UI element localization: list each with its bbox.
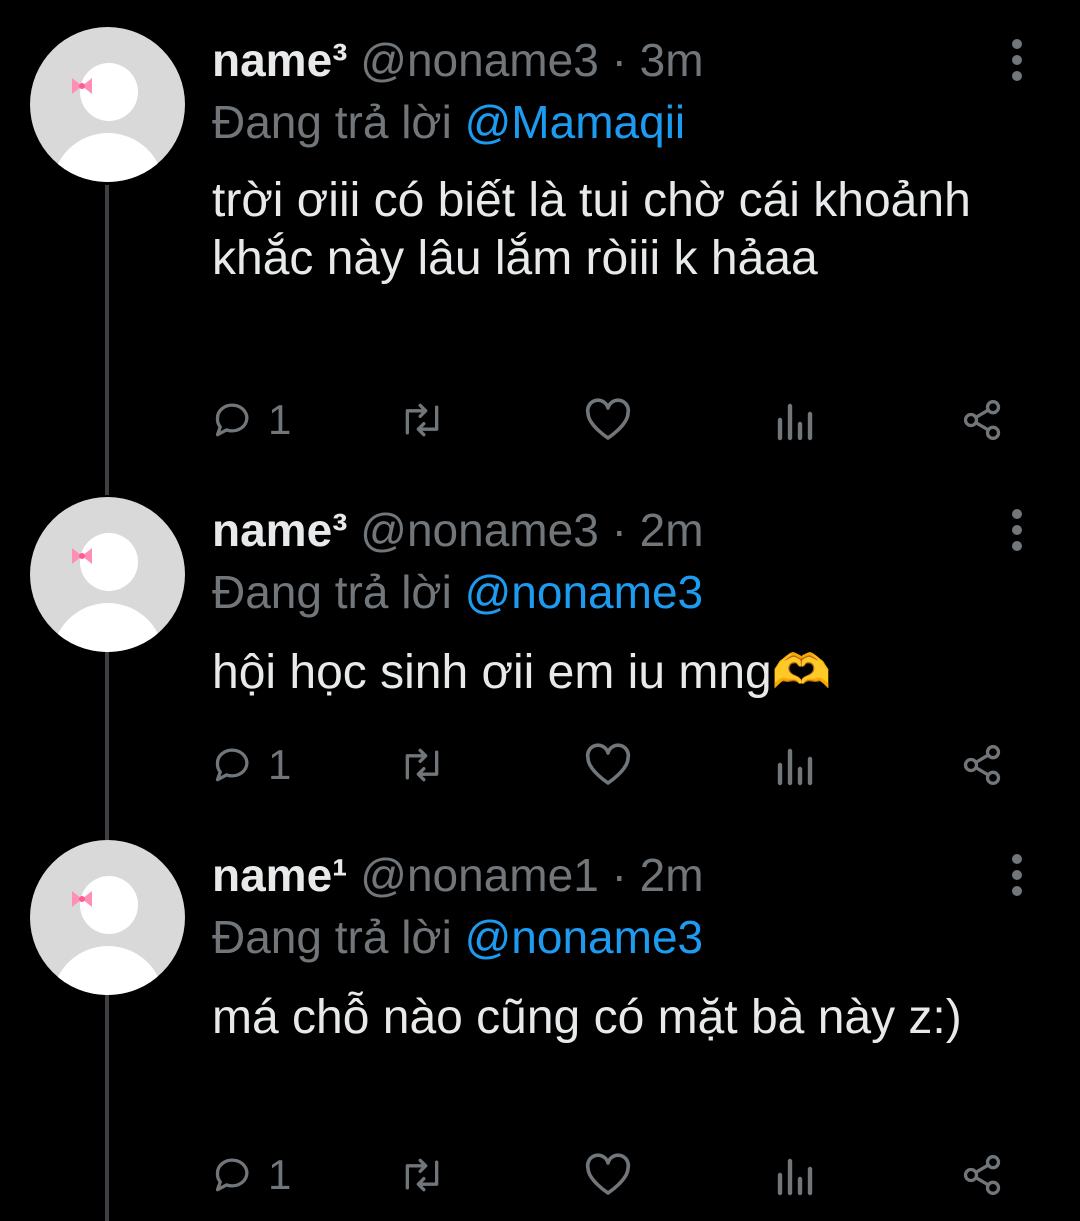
display-name[interactable]: name¹ (212, 849, 347, 901)
heart-icon (585, 743, 631, 785)
reply-button[interactable]: 1 (212, 740, 291, 790)
reply-button[interactable]: 1 (212, 1150, 291, 1200)
retweet-icon (405, 1158, 439, 1192)
reply-count: 1 (268, 1151, 292, 1198)
avatar-body-shape (52, 946, 164, 995)
reply-icon (215, 748, 249, 782)
timestamp[interactable]: 2m (640, 849, 704, 901)
views-button[interactable] (774, 1150, 814, 1200)
replying-to: Đang trả lời @Mamaqii (212, 94, 685, 150)
tweet-text: trời ơiii có biết là tui chờ cái khoảnh … (212, 174, 971, 285)
replying-to-label: Đang trả lời (212, 566, 465, 618)
separator-dot: · (611, 34, 627, 86)
tweet-text: má chỗ nào cũng có mặt bà này z:) (212, 991, 962, 1044)
like-button[interactable] (584, 740, 632, 790)
mention-link[interactable]: @noname3 (465, 566, 704, 618)
tweet-header: name¹ @noname1 · 2m (212, 847, 704, 903)
more-icon[interactable] (1003, 508, 1031, 552)
avatar-body-shape (52, 603, 164, 652)
tweet-header: name³ @noname3 · 3m (212, 32, 704, 88)
like-button[interactable] (584, 1150, 632, 1200)
timestamp[interactable]: 2m (640, 504, 704, 556)
tweet[interactable]: name¹ @noname1 · 2m Đang trả lời @noname… (0, 825, 1080, 1221)
mention-link[interactable]: @noname3 (465, 911, 704, 963)
tweet-actions: 1 (212, 395, 1012, 445)
user-handle[interactable]: @noname1 (360, 849, 599, 901)
default-avatar[interactable] (30, 840, 185, 995)
mention-link[interactable]: @Mamaqii (465, 96, 686, 148)
avatar-body-shape (52, 133, 164, 182)
views-icon (777, 748, 813, 786)
bow-icon (72, 891, 92, 907)
retweet-button[interactable] (397, 1150, 447, 1200)
display-name[interactable]: name³ (212, 34, 347, 86)
views-icon (777, 1158, 813, 1196)
tweet-header: name³ @noname3 · 2m (212, 502, 704, 558)
share-button[interactable] (960, 740, 1004, 790)
tweet[interactable]: name³ @noname3 · 3m Đang trả lời @Mamaqi… (0, 0, 1080, 480)
share-button[interactable] (960, 395, 1004, 445)
reply-count: 1 (268, 396, 292, 443)
replying-to-label: Đang trả lời (212, 911, 465, 963)
heart-icon (585, 1153, 631, 1195)
more-icon[interactable] (1003, 38, 1031, 82)
reply-icon (215, 403, 249, 437)
views-button[interactable] (774, 395, 814, 445)
reply-button[interactable]: 1 (212, 395, 291, 445)
display-name[interactable]: name³ (212, 504, 347, 556)
default-avatar[interactable] (30, 497, 185, 652)
separator-dot: · (611, 504, 627, 556)
timestamp[interactable]: 3m (640, 34, 704, 86)
share-icon (963, 1155, 1001, 1195)
bow-icon (72, 78, 92, 94)
heart-icon (585, 398, 631, 440)
retweet-button[interactable] (397, 740, 447, 790)
user-handle[interactable]: @noname3 (360, 34, 599, 86)
reply-count: 1 (268, 741, 292, 788)
retweet-icon (405, 403, 439, 437)
views-button[interactable] (774, 740, 814, 790)
share-icon (963, 400, 1001, 440)
more-icon[interactable] (1003, 853, 1031, 897)
default-avatar[interactable] (30, 27, 185, 182)
tweet-actions: 1 (212, 740, 1012, 790)
replying-to-label: Đang trả lời (212, 96, 465, 148)
user-handle[interactable]: @noname3 (360, 504, 599, 556)
tweet[interactable]: name³ @noname3 · 2m Đang trả lời @noname… (0, 480, 1080, 825)
share-button[interactable] (960, 1150, 1004, 1200)
retweet-icon (405, 748, 439, 782)
retweet-button[interactable] (397, 395, 447, 445)
tweet-text: hội học sinh ơii em iu mng🫶 (212, 646, 832, 699)
tweet-actions: 1 (212, 1150, 1012, 1200)
share-icon (963, 745, 1001, 785)
separator-dot: · (611, 849, 627, 901)
bow-icon (72, 548, 92, 564)
views-icon (777, 403, 813, 441)
like-button[interactable] (584, 395, 632, 445)
replying-to: Đang trả lời @noname3 (212, 909, 703, 965)
replying-to: Đang trả lời @noname3 (212, 564, 703, 620)
reply-icon (215, 1158, 249, 1192)
